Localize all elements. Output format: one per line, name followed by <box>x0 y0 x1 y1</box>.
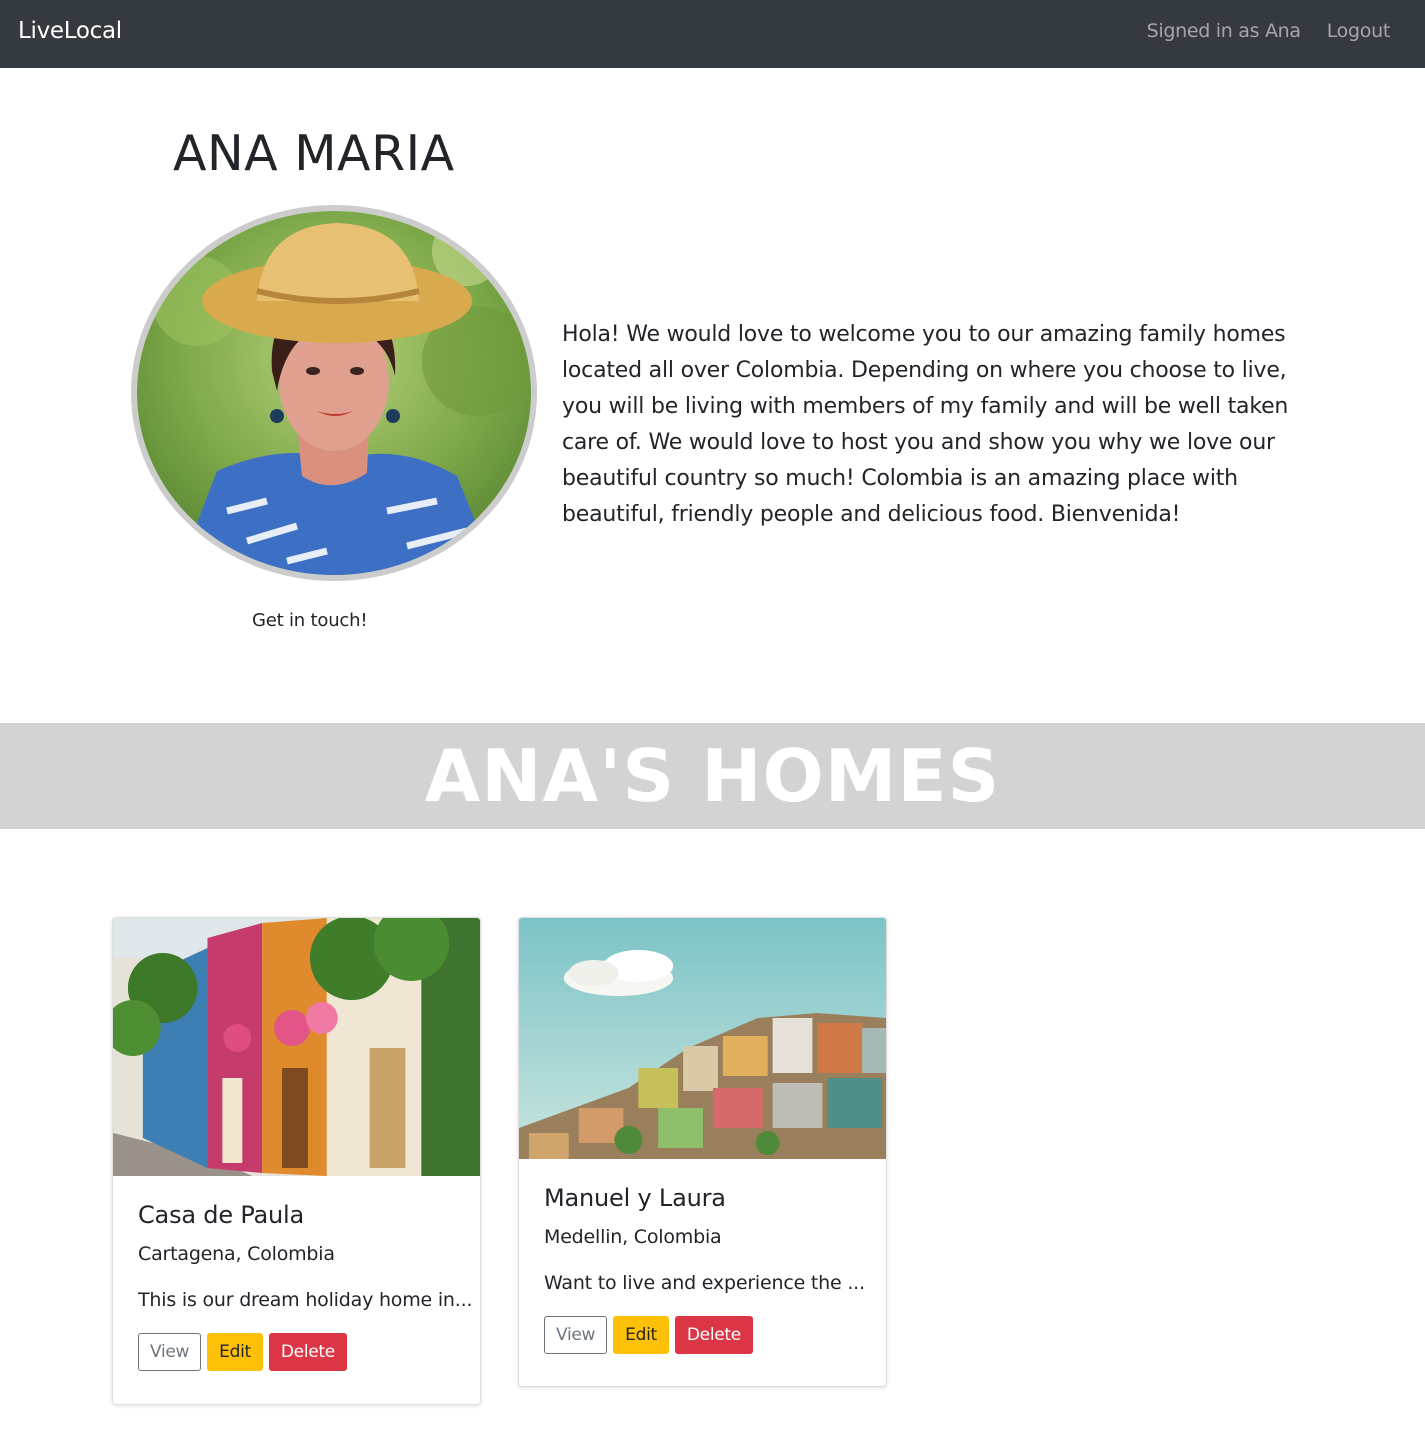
profile-bio: Hola! We would love to welcome you to ou… <box>562 322 1289 527</box>
profile-avatar <box>131 205 537 581</box>
home-location: Cartagena, Colombia <box>138 1243 335 1265</box>
home-card-image <box>519 918 886 1159</box>
edit-button[interactable]: Edit <box>613 1316 669 1354</box>
view-button[interactable]: View <box>138 1333 202 1371</box>
homes-section-title: ANA'S HOMES <box>424 734 1001 818</box>
edit-button[interactable]: Edit <box>207 1333 263 1371</box>
home-location: Medellin, Colombia <box>544 1226 722 1248</box>
homes-banner: ANA'S HOMES <box>0 723 1425 829</box>
top-navbar: LiveLocal Signed in as Ana Logout <box>0 0 1425 68</box>
home-excerpt: This is our dream holiday home in... <box>138 1289 473 1311</box>
home-card-image <box>113 918 480 1176</box>
navbar-user-menu: Signed in as Ana Logout <box>1146 20 1391 42</box>
home-title: Manuel y Laura <box>544 1184 726 1212</box>
brand-logo-link[interactable]: LiveLocal <box>18 18 122 44</box>
profile-name: ANA MARIA <box>173 125 455 182</box>
home-card: Manuel y Laura Medellin, Colombia Want t… <box>518 917 887 1387</box>
home-title: Casa de Paula <box>138 1201 305 1229</box>
home-excerpt: Want to live and experience the ... <box>544 1272 865 1294</box>
get-in-touch-link[interactable]: Get in touch! <box>252 610 368 631</box>
logout-link[interactable]: Logout <box>1327 20 1391 42</box>
view-button[interactable]: View <box>544 1316 608 1354</box>
signed-in-status: Signed in as Ana <box>1146 20 1301 42</box>
delete-button[interactable]: Delete <box>674 1316 753 1354</box>
home-card: Casa de Paula Cartagena, Colombia This i… <box>112 917 481 1405</box>
profile-photo <box>137 211 531 575</box>
delete-button[interactable]: Delete <box>268 1333 347 1371</box>
